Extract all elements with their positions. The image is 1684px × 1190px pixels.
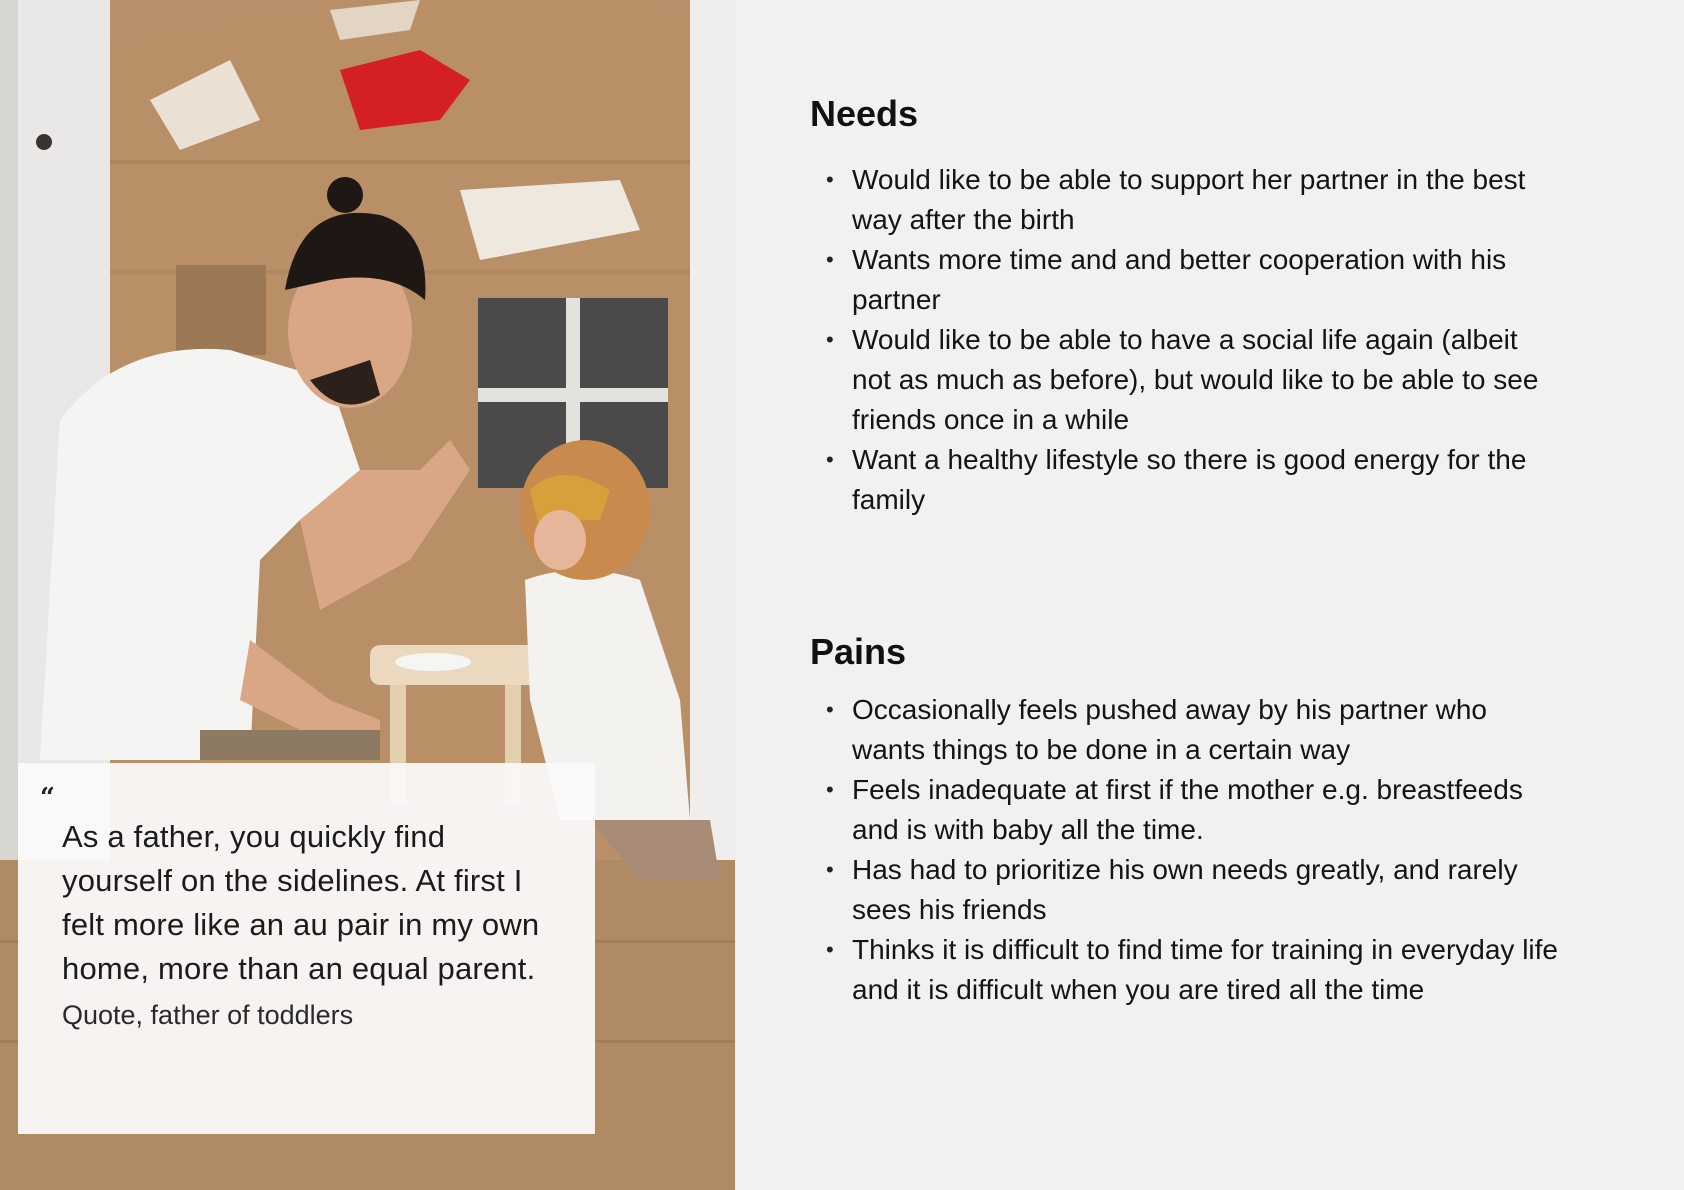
pains-item-text: Has had to prioritize his own needs grea… [852, 854, 1518, 925]
bullet-icon: • [826, 167, 834, 192]
needs-item-text: Would like to be able to support her par… [852, 164, 1526, 235]
needs-item: • Would like to be able to support her pa… [826, 160, 1570, 240]
pains-heading: Pains [810, 631, 907, 672]
needs-item: • Wants more time and and better cooperat… [826, 240, 1570, 320]
bullet-icon: • [826, 777, 834, 802]
quote-mark-icon: “ [40, 783, 55, 813]
pains-item-text: Feels inadequate at first if the mother … [852, 774, 1523, 845]
pains-item: • Occasionally feels pushed away by his p… [826, 690, 1570, 770]
bullet-icon: • [826, 697, 834, 722]
bullet-icon: • [826, 327, 834, 352]
needs-item-text: Want a healthy lifestyle so there is goo… [852, 444, 1527, 515]
bullet-icon: • [826, 247, 834, 272]
needs-heading: Needs [810, 93, 919, 134]
pains-item-text: Occasionally feels pushed away by his pa… [852, 694, 1488, 765]
needs-item-text: Would like to be able to have a social l… [852, 324, 1539, 435]
pains-item: • Feels inadequate at first if the mother… [826, 770, 1570, 850]
bullet-icon: • [826, 447, 834, 472]
pains-item-text: Thinks it is difficult to find time for … [852, 934, 1559, 1005]
needs-item: • Would like to be able to have a social … [826, 320, 1570, 440]
pains-item: • Thinks it is difficult to find time for… [826, 930, 1570, 1010]
bullet-icon: • [826, 857, 834, 882]
needs-list: • Would like to be able to support her pa… [810, 160, 1570, 520]
quote-card: “ As a father, you quickly find yourself… [18, 763, 595, 1134]
quote-text: As a father, you quickly find yourself o… [62, 819, 540, 986]
pains-list: • Occasionally feels pushed away by his p… [810, 690, 1570, 1010]
bullet-icon: • [826, 937, 834, 962]
quote-attribution: Quote, father of toddlers [62, 1000, 354, 1030]
pains-item: • Has had to prioritize his own needs gre… [826, 850, 1570, 930]
persona-page: “ As a father, you quickly find yourself… [0, 0, 1684, 1190]
persona-details: Needs • Would like to be able to support … [810, 0, 1570, 1190]
needs-item: • Want a healthy lifestyle so there is go… [826, 440, 1570, 520]
needs-item-text: Wants more time and and better cooperati… [852, 244, 1507, 315]
